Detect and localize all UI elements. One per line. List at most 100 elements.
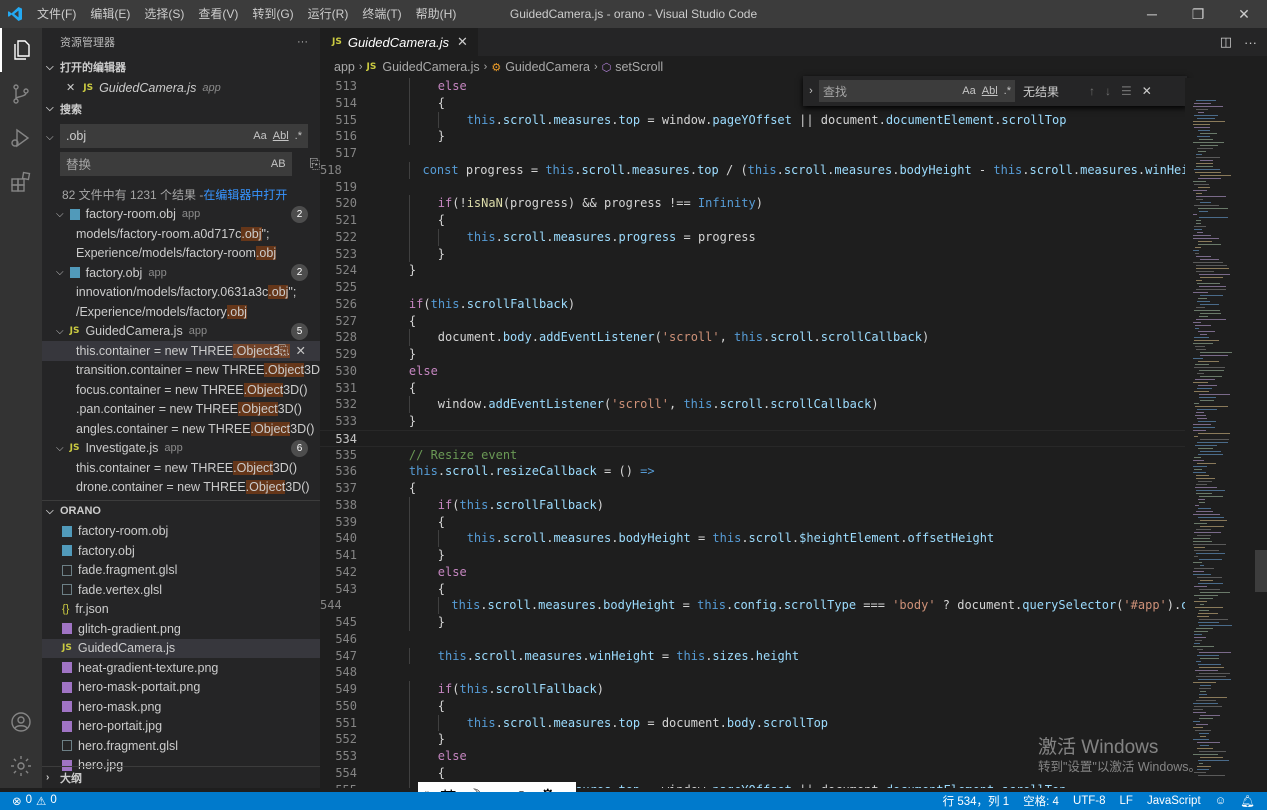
- code-line[interactable]: 548: [320, 664, 1185, 681]
- result-file-factory[interactable]: ⌵ factory.obj app 2: [42, 263, 320, 283]
- folder-section-orano[interactable]: ⌵ ORANO: [42, 499, 320, 522]
- line-number[interactable]: 521: [320, 212, 357, 229]
- line-number[interactable]: 528: [320, 329, 357, 346]
- line-number[interactable]: 522: [320, 229, 357, 246]
- code-line[interactable]: 519: [320, 179, 1185, 196]
- code-line[interactable]: 542 else: [320, 563, 1185, 581]
- code-line[interactable]: 529 }: [320, 346, 1185, 363]
- line-number[interactable]: 544: [320, 597, 342, 614]
- line-number[interactable]: 533: [320, 413, 357, 430]
- replace-result-icon[interactable]: ⎘: [278, 343, 288, 358]
- file-item[interactable]: fade.fragment.glsl: [42, 561, 320, 581]
- result-line[interactable]: transition.container = new THREE .Object 3…: [42, 361, 320, 381]
- close-editor-icon[interactable]: ✕: [66, 81, 75, 94]
- code-line[interactable]: 535 // Resize event: [320, 447, 1185, 464]
- notifications-bell-icon[interactable]: 🔔︎: [1240, 794, 1255, 808]
- line-number[interactable]: 526: [320, 296, 357, 313]
- open-in-editor-link[interactable]: 在编辑器中打开: [203, 186, 287, 203]
- code-line[interactable]: 541 }: [320, 547, 1185, 564]
- menu-edit[interactable]: 编辑(E): [83, 0, 137, 28]
- line-number[interactable]: 515: [320, 112, 357, 129]
- code-line[interactable]: 534: [320, 429, 1185, 447]
- file-item[interactable]: heat-gradient-texture.png: [42, 658, 320, 678]
- tab-guidedcamera[interactable]: JS GuidedCamera.js ✕: [320, 28, 478, 56]
- line-number[interactable]: 538: [320, 497, 357, 514]
- toggle-replace-chevron-icon[interactable]: ›: [803, 85, 819, 97]
- line-number[interactable]: 519: [320, 179, 357, 196]
- find-in-selection-icon[interactable]: ☰: [1121, 84, 1132, 98]
- line-number[interactable]: 545: [320, 614, 357, 631]
- line-number[interactable]: 527: [320, 313, 357, 330]
- code-line[interactable]: 527 {: [320, 313, 1185, 330]
- next-match-icon[interactable]: ↓: [1105, 84, 1111, 98]
- line-number[interactable]: 518: [320, 162, 342, 179]
- line-number[interactable]: 513: [320, 78, 357, 95]
- line-number[interactable]: 548: [320, 664, 357, 681]
- regex-icon[interactable]: .*: [295, 130, 302, 142]
- search-input[interactable]: .obj Aa Abl .*: [60, 123, 308, 148]
- menu-run[interactable]: 运行(R): [301, 0, 356, 28]
- line-number[interactable]: 531: [320, 380, 357, 397]
- match-word-icon[interactable]: Abl: [273, 130, 289, 142]
- file-item[interactable]: {} fr.json: [42, 600, 320, 620]
- result-line-selected[interactable]: this.container = new THREE .Object3... ⎘ …: [42, 341, 320, 361]
- code-line[interactable]: 539 {: [320, 513, 1185, 531]
- line-number[interactable]: 532: [320, 396, 357, 413]
- line-number[interactable]: 529: [320, 346, 357, 363]
- file-item[interactable]: hero.fragment.glsl: [42, 736, 320, 756]
- result-line[interactable]: drone.container = new THREE .Object 3D(): [42, 478, 320, 498]
- split-editor-icon[interactable]: ◫: [1220, 34, 1232, 50]
- line-number[interactable]: 525: [320, 279, 357, 296]
- code-line[interactable]: 538 if(this.scrollFallback): [320, 496, 1185, 514]
- line-number[interactable]: 541: [320, 547, 357, 564]
- line-number[interactable]: 536: [320, 463, 357, 480]
- line-number[interactable]: 554: [320, 765, 357, 782]
- code-line[interactable]: 549 if(this.scrollFallback): [320, 681, 1185, 698]
- tab-close-icon[interactable]: ✕: [457, 34, 468, 50]
- encoding[interactable]: UTF-8: [1073, 795, 1106, 807]
- code-line[interactable]: 528 document.body.addEventListener('scro…: [320, 329, 1185, 346]
- code-line[interactable]: 517: [320, 145, 1185, 162]
- breadcrumb-folder[interactable]: app: [334, 60, 355, 74]
- outline-section[interactable]: › 大纲: [42, 766, 320, 788]
- menu-selection[interactable]: 选择(S): [137, 0, 191, 28]
- match-case-icon[interactable]: Aa: [253, 130, 266, 142]
- vertical-scrollbar[interactable]: [1255, 550, 1267, 592]
- replace-all-icon[interactable]: ⎘: [310, 156, 320, 172]
- code-line[interactable]: 540 this.scroll.measures.bodyHeight = th…: [320, 530, 1185, 547]
- code-line[interactable]: 551 this.scroll.measures.top = document.…: [320, 714, 1185, 732]
- end-of-line[interactable]: LF: [1120, 795, 1133, 807]
- file-item[interactable]: glitch-gradient.png: [42, 619, 320, 639]
- code-line[interactable]: 536 this.scroll.resizeCallback = () =>: [320, 463, 1185, 480]
- file-item[interactable]: factory.obj: [42, 541, 320, 561]
- source-control-icon[interactable]: [0, 72, 42, 116]
- line-number[interactable]: 542: [320, 564, 357, 581]
- code-line[interactable]: 523 }: [320, 245, 1185, 263]
- line-number[interactable]: 555: [320, 782, 357, 789]
- run-debug-icon[interactable]: [0, 116, 42, 160]
- menu-go[interactable]: 转到(G): [245, 0, 300, 28]
- result-line[interactable]: .pan.container = new THREE .Object 3D(): [42, 400, 320, 420]
- code-line[interactable]: 525: [320, 279, 1185, 296]
- match-word-icon[interactable]: Abl: [982, 85, 998, 97]
- line-number[interactable]: 530: [320, 363, 357, 380]
- code-line[interactable]: 546: [320, 631, 1185, 648]
- menu-file[interactable]: 文件(F): [30, 0, 83, 28]
- code-line[interactable]: 522 this.scroll.measures.progress = prog…: [320, 228, 1185, 246]
- code-line[interactable]: 516 }: [320, 128, 1185, 145]
- preserve-case-icon[interactable]: AB: [271, 158, 286, 170]
- dismiss-result-icon[interactable]: ✕: [296, 343, 306, 358]
- menu-help[interactable]: 帮助(H): [409, 0, 464, 28]
- manage-gear-icon[interactable]: [0, 744, 42, 788]
- menu-view[interactable]: 查看(V): [191, 0, 245, 28]
- problems-indicator[interactable]: ⊗ 0 ⚠ 0: [0, 794, 57, 808]
- code-line[interactable]: 545 }: [320, 614, 1185, 631]
- code-line[interactable]: 526 if(this.scrollFallback): [320, 296, 1185, 313]
- line-number[interactable]: 535: [320, 447, 357, 464]
- result-line[interactable]: angles.container = new THREE .Object 3D(): [42, 419, 320, 439]
- menu-terminal[interactable]: 终端(T): [355, 0, 408, 28]
- code-editor[interactable]: 513 else 514 {515 this.scroll.measures.to…: [320, 78, 1185, 788]
- code-line[interactable]: 544 this.scroll.measures.bodyHeight = th…: [320, 597, 1185, 614]
- match-case-icon[interactable]: Aa: [962, 85, 975, 97]
- minimap[interactable]: [1185, 78, 1267, 788]
